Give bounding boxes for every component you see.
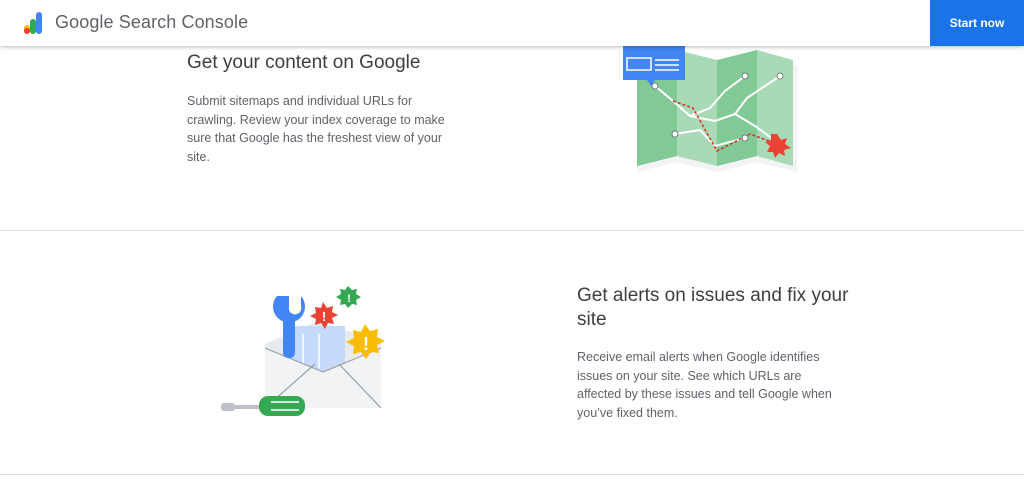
svg-text:!: ! <box>322 309 326 324</box>
brand-name[interactable]: Google Search Console <box>55 12 248 33</box>
search-console-logo-icon[interactable] <box>22 9 48 35</box>
section-description-content: Submit sitemaps and individual URLs for … <box>187 94 445 164</box>
svg-text:!: ! <box>363 334 369 354</box>
section-divider-bottom <box>0 474 1024 475</box>
top-header: Google Search Console Start now <box>0 0 1024 46</box>
section-title-content: Get your content on Google <box>187 52 421 73</box>
start-now-button[interactable]: Start now <box>930 0 1024 46</box>
section-title-alerts: Get alerts on issues and fix your site <box>577 285 849 330</box>
section-divider <box>0 230 1024 231</box>
section-description-alerts: Receive email alerts when Google identif… <box>577 350 832 420</box>
email-alerts-illustration-icon: ! ! ! <box>221 286 385 416</box>
map-illustration-icon <box>623 46 797 172</box>
svg-text:!: ! <box>347 293 351 305</box>
